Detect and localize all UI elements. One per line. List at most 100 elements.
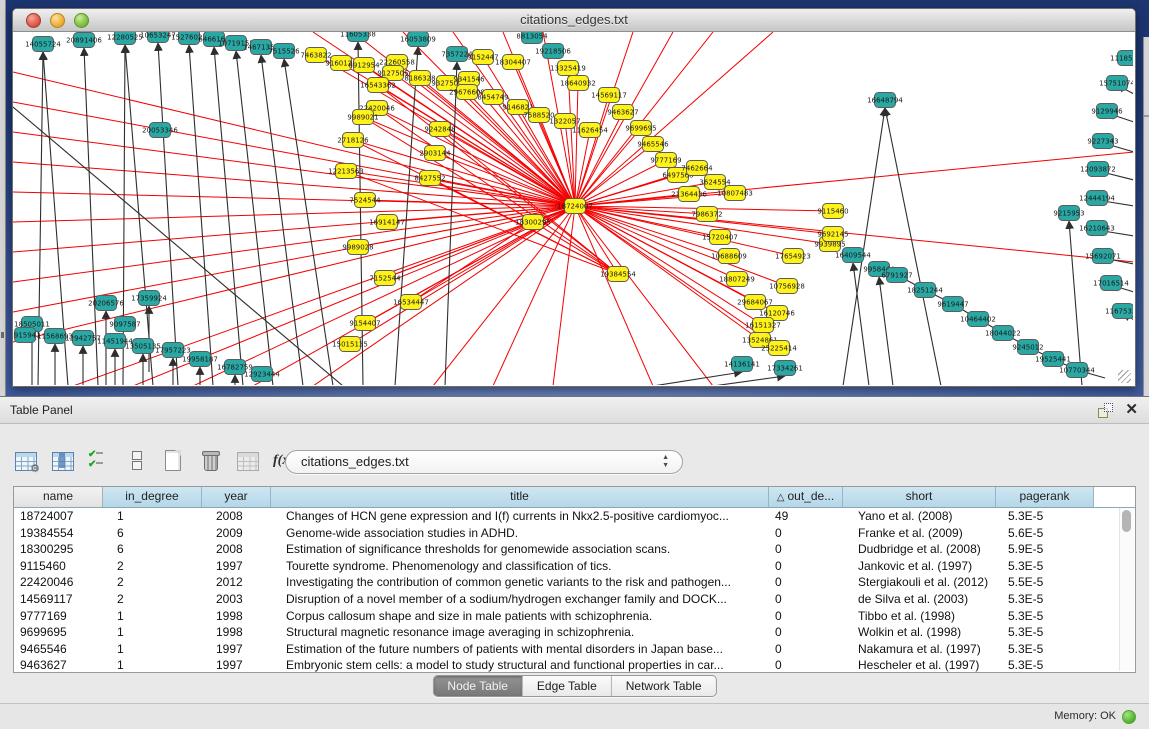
graph-node[interactable]: 10688609 (711, 249, 747, 264)
graph-node[interactable]: 8813054 (516, 32, 548, 44)
graph-node[interactable]: 15751074 (1099, 76, 1133, 91)
graph-edge (879, 277, 893, 385)
network-canvas[interactable]: 1405572420891406122805251065324715276021… (13, 32, 1133, 385)
graph-node[interactable]: 7152544 (369, 271, 401, 286)
window-resize-grip[interactable] (1118, 370, 1131, 383)
table-cell: 0 (769, 657, 843, 674)
create-column-icon[interactable] (162, 450, 186, 472)
graph-node[interactable]: 16210643 (1079, 221, 1115, 236)
column-header-out_de[interactable]: △out_de... (769, 487, 843, 507)
column-header-in_degree[interactable]: in_degree (103, 487, 202, 507)
tab-node-table[interactable]: Node Table (433, 676, 523, 696)
graph-edge (575, 144, 653, 206)
collapsed-panel-edge-left[interactable] (0, 0, 6, 396)
graph-node[interactable]: 18044022 (985, 326, 1021, 341)
table-row[interactable]: 946554611997Estimation of the future num… (14, 641, 1135, 658)
table-source-select[interactable]: citations_edges.txt ▲▼ (285, 450, 683, 474)
table-row[interactable]: 977716911998Corpus callosum shape and si… (14, 608, 1135, 625)
delete-column-icon[interactable] (199, 450, 223, 472)
table-row[interactable]: 1872400712008Changes of HCN gene express… (14, 508, 1135, 525)
graph-node[interactable]: 9097587 (109, 317, 140, 332)
svg-text:9341546: 9341546 (453, 76, 485, 84)
graph-node[interactable]: 11675331 (1105, 304, 1133, 319)
select-rows-icon[interactable]: ✔✔ (88, 450, 112, 472)
table-cell: 14569117 (14, 591, 103, 608)
graph-node[interactable]: 11185251 (1110, 51, 1133, 66)
grid-glyph (52, 452, 74, 471)
graph-node[interactable]: 16534447 (393, 295, 429, 310)
table-cell: 1998 (202, 624, 271, 641)
graph-node[interactable]: 16648794 (867, 93, 903, 108)
graph-node[interactable]: 18640932 (560, 76, 596, 91)
graph-node[interactable]: 19218506 (535, 44, 571, 59)
column-header-short[interactable]: short (843, 487, 996, 507)
show-columns-icon[interactable] (51, 450, 75, 472)
graph-node[interactable]: 13325419 (550, 61, 586, 76)
table-panel-title: Table Panel (10, 397, 73, 423)
graph-node[interactable]: 20891406 (66, 33, 102, 48)
table-options-icon[interactable]: ⚙ (14, 450, 38, 472)
table-row[interactable]: 911546021997Tourette syndrome. Phenomeno… (14, 558, 1135, 575)
graph-node[interactable]: 12444194 (1079, 191, 1115, 206)
graph-node[interactable]: 18304407 (495, 55, 531, 70)
graph-node[interactable]: 12280525 (107, 32, 143, 45)
table-cell: 5.3E-5 (996, 657, 1094, 674)
graph-node[interactable]: 18251244 (907, 283, 943, 298)
graph-node[interactable]: 7524544 (349, 193, 381, 208)
window-titlebar[interactable]: citations_edges.txt (13, 9, 1135, 32)
tab-network-table[interactable]: Network Table (612, 676, 716, 696)
scrollbar-thumb[interactable] (1122, 510, 1131, 532)
table-row[interactable]: 946362711997Embryonic stem cells: a mode… (14, 657, 1135, 674)
column-header-name[interactable]: name (14, 487, 103, 507)
graph-node[interactable]: 17016514 (1093, 276, 1129, 291)
graph-node[interactable]: 10464402 (960, 312, 996, 327)
column-header-year[interactable]: year (202, 487, 271, 507)
graph-node[interactable]: 14136141 (724, 357, 760, 372)
graph-node[interactable]: 11605338 (340, 32, 376, 42)
graph-node[interactable]: 17334261 (767, 361, 803, 376)
graph-node[interactable]: 9699695 (625, 121, 656, 136)
graph-node[interactable]: 9215953 (1053, 206, 1084, 221)
svg-text:11185251: 11185251 (1110, 55, 1133, 63)
graph-node[interactable]: 9465546 (637, 137, 669, 152)
row-layout-icon[interactable] (125, 450, 149, 472)
collapsed-panel-edge-right[interactable] (1143, 37, 1149, 396)
graph-node[interactable]: 17359924 (131, 291, 167, 306)
table-row[interactable]: 1456911722003Disruption of a novel membe… (14, 591, 1135, 608)
graph-node[interactable]: 20206576 (88, 296, 124, 311)
graph-node[interactable]: 9463627 (607, 105, 638, 120)
svg-text:9115460: 9115460 (817, 208, 848, 216)
tab-edge-table[interactable]: Edge Table (523, 676, 612, 696)
graph-node[interactable]: 16914147 (369, 215, 405, 230)
graph-node[interactable]: 15692071 (1085, 249, 1121, 264)
graph-node[interactable]: 20053346 (142, 123, 178, 138)
table-row[interactable]: 1938455462009Genome-wide association stu… (14, 525, 1135, 542)
table-row[interactable]: 969969511998Structural magnetic resonanc… (14, 624, 1135, 641)
graph-node[interactable]: 17654923 (775, 249, 811, 264)
svg-text:9097587: 9097587 (109, 321, 140, 329)
column-header-title[interactable]: title (271, 487, 769, 507)
column-header-pagerank[interactable]: pagerank (996, 487, 1094, 507)
svg-text:25225414: 25225414 (761, 345, 797, 353)
graph-node[interactable]: 14569117 (591, 88, 627, 103)
close-panel-icon[interactable]: ✕ (1125, 400, 1138, 420)
table-row[interactable]: 2242004622012Investigating the contribut… (14, 574, 1135, 591)
memory-status-indicator[interactable] (1122, 710, 1136, 724)
graph-edge (13, 206, 575, 282)
status-bar: Memory: OK (0, 703, 1149, 729)
float-panel-icon[interactable] (1098, 403, 1113, 418)
network-view-window[interactable]: citations_edges.txt 14055724 20891406 1228… (12, 8, 1136, 387)
citation-network-graph[interactable]: 1405572420891406122805251065324715276021… (13, 32, 1133, 385)
graph-node[interactable]: 9115460 (817, 204, 848, 219)
graph-node[interactable]: 16409544 (835, 248, 871, 263)
table-cell: 1997 (202, 641, 271, 658)
import-table-icon[interactable] (236, 450, 260, 472)
table-cell: 19384554 (14, 525, 103, 542)
graph-node[interactable]: 2903144 (419, 146, 451, 161)
node-table[interactable]: namein_degreeyeartitle△out_de...shortpag… (13, 486, 1136, 673)
graph-node[interactable]: 10756928 (769, 279, 805, 294)
graph-node[interactable]: 9989028 (342, 240, 373, 255)
table-vertical-scrollbar[interactable] (1119, 508, 1134, 671)
graph-node[interactable]: 14055724 (25, 37, 61, 52)
table-row[interactable]: 1830029562008Estimation of significance … (14, 541, 1135, 558)
